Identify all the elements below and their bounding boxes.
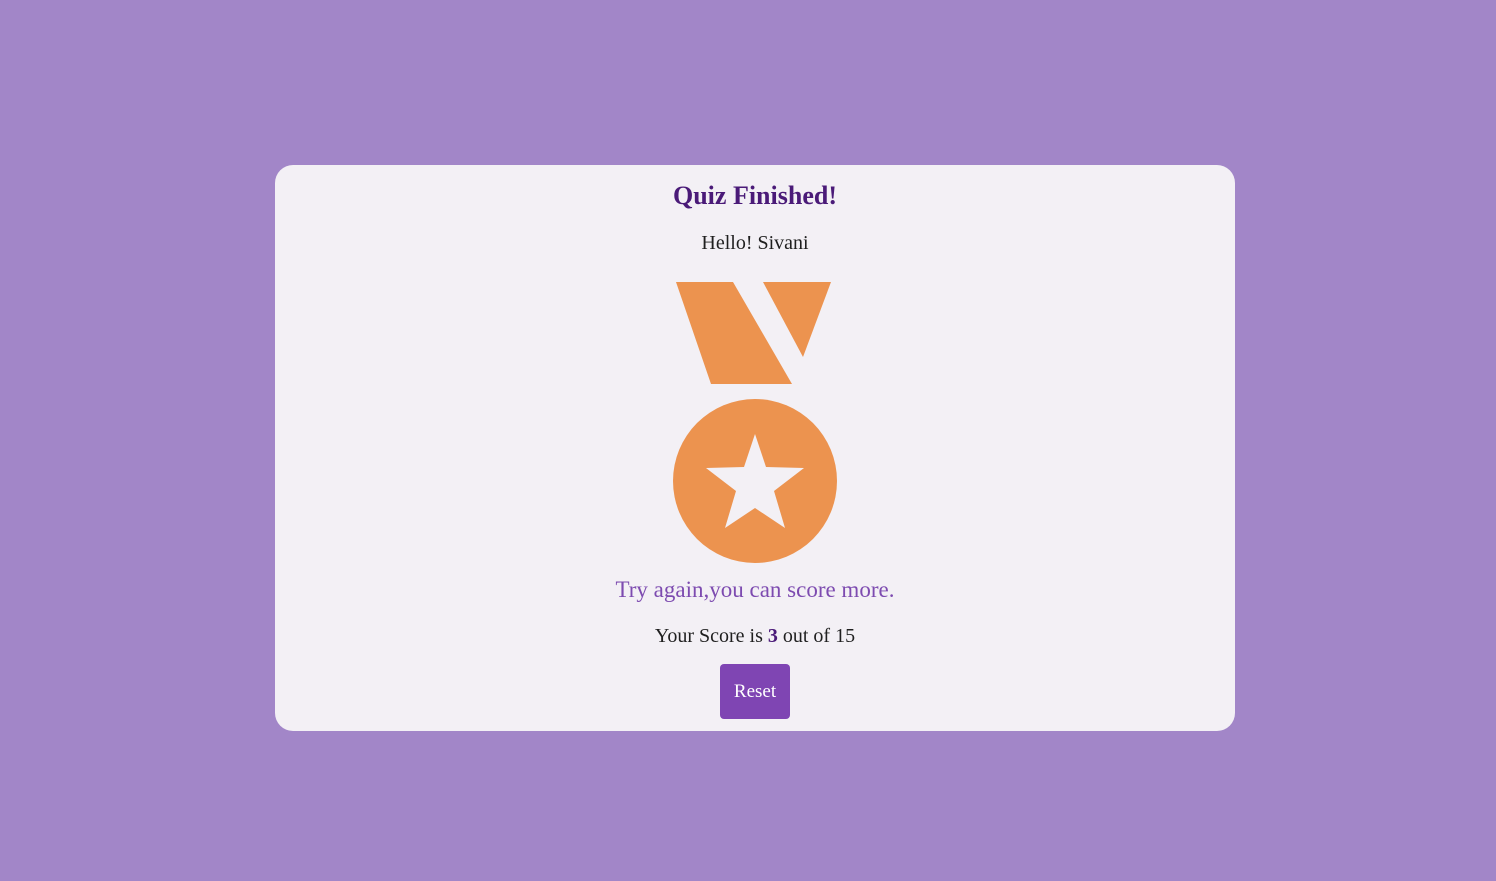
score-value: 3	[767, 625, 778, 647]
score-total: 15	[835, 625, 856, 647]
page-title: Quiz Finished!	[673, 181, 837, 210]
score-text: Your Score is 3 out of 15	[275, 624, 1235, 648]
medal-star-icon	[673, 282, 837, 563]
reset-button[interactable]: Reset	[720, 664, 790, 719]
result-card: Quiz Finished! Hello! Sivani Try again,y…	[275, 165, 1235, 731]
result-message: Try again,you can score more.	[615, 577, 895, 602]
medal-ribbon-right	[763, 282, 831, 357]
greeting-text: Hello! Sivani	[701, 232, 809, 254]
score-middle: out of	[782, 625, 831, 647]
score-prefix: Your Score is	[654, 625, 763, 647]
